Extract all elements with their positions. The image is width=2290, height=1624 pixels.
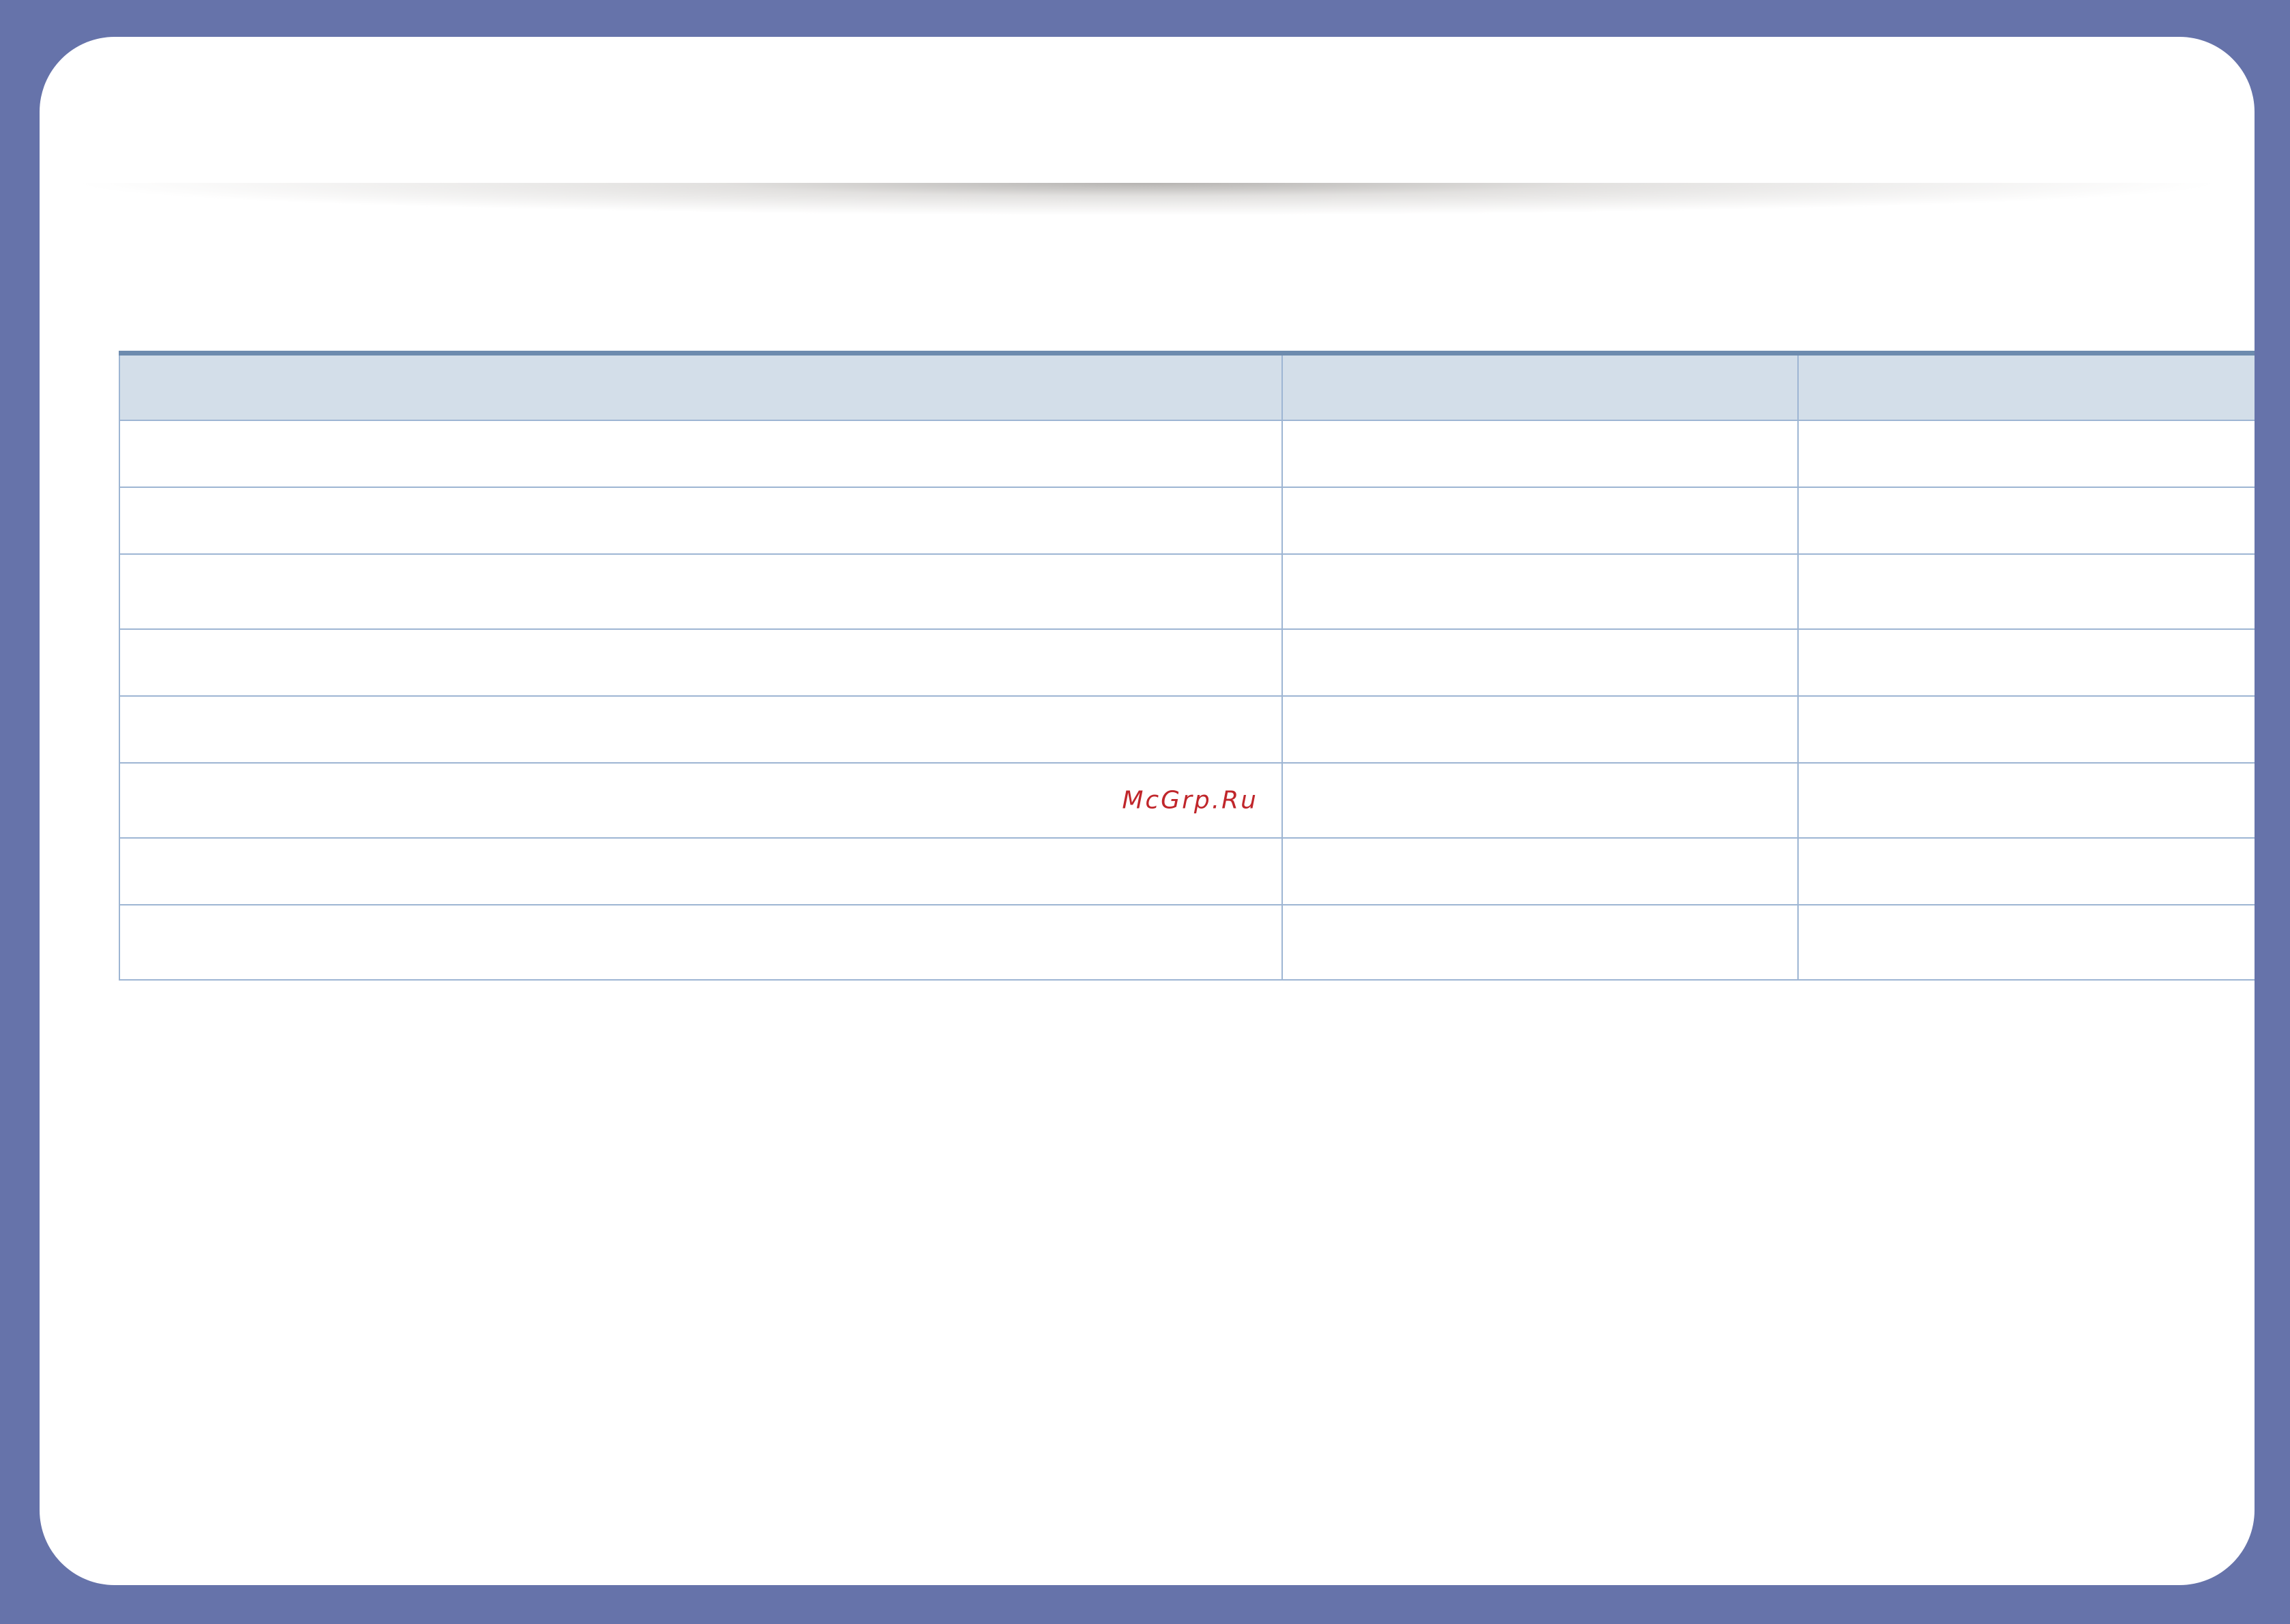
header-divider-shadow xyxy=(67,183,2227,216)
table-cell xyxy=(119,837,1283,905)
table-cell xyxy=(119,628,1283,697)
table-cell xyxy=(1281,904,1799,981)
table-cell xyxy=(119,904,1283,981)
table-cell xyxy=(1797,420,2255,488)
data-table: McGrp.Ru xyxy=(119,351,2255,981)
table-row xyxy=(119,837,2255,905)
table-cell xyxy=(119,553,1283,630)
table-row xyxy=(119,695,2255,764)
table-cell xyxy=(1797,553,2255,630)
table-cell xyxy=(1797,837,2255,905)
table-cell xyxy=(1281,762,1799,839)
table-row xyxy=(119,904,2255,981)
watermark-text: McGrp.Ru xyxy=(1122,786,1258,815)
table-header-cell xyxy=(119,352,1283,421)
table-cell xyxy=(1281,628,1799,697)
table-row: McGrp.Ru xyxy=(119,762,2255,839)
table-cell xyxy=(119,487,1283,555)
table-header-cell xyxy=(1797,352,2255,421)
table-row xyxy=(119,487,2255,555)
data-table-container: McGrp.Ru xyxy=(119,351,2255,981)
table-cell: McGrp.Ru xyxy=(119,762,1283,839)
table-cell xyxy=(1281,837,1799,905)
table-cell xyxy=(119,695,1283,764)
table-row xyxy=(119,553,2255,630)
table-header-row xyxy=(119,352,2255,421)
table-header-cell xyxy=(1281,352,1799,421)
table-cell xyxy=(1281,553,1799,630)
table-cell xyxy=(1281,420,1799,488)
table-cell xyxy=(1797,487,2255,555)
table-cell xyxy=(1797,762,2255,839)
document-page: McGrp.Ru xyxy=(40,37,2255,1585)
table-cell xyxy=(1797,695,2255,764)
table-cell xyxy=(119,420,1283,488)
table-cell xyxy=(1281,487,1799,555)
table-cell xyxy=(1797,904,2255,981)
table-cell xyxy=(1281,695,1799,764)
table-row xyxy=(119,420,2255,488)
table-cell xyxy=(1797,628,2255,697)
table-row xyxy=(119,628,2255,697)
